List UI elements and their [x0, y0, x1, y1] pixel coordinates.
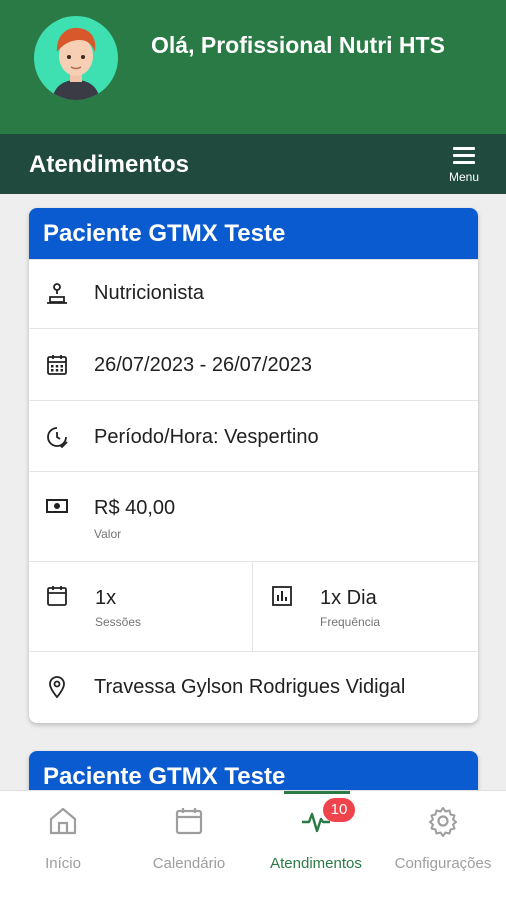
sessions-value: 1x [95, 587, 117, 609]
nav-home-label: Início [45, 855, 81, 872]
frequency-cell: 1x Dia Frequência [254, 562, 478, 652]
professional-icon [47, 283, 67, 304]
appointment-card[interactable]: Paciente GTMX Teste Nutricionista 26/07/… [29, 208, 478, 723]
appointments-list[interactable]: Paciente GTMX Teste Nutricionista 26/07/… [0, 194, 506, 790]
calendar-icon [47, 355, 67, 375]
address-text: Travessa Gylson Rodrigues Vidigal [94, 676, 406, 698]
calendar-icon [47, 586, 67, 606]
patient-name: Paciente GTMX Teste [29, 208, 478, 259]
appointment-card[interactable]: Paciente GTMX Teste [29, 751, 478, 790]
nav-appointments-label: Atendimentos [270, 855, 362, 872]
nav-settings[interactable]: Configurações [380, 791, 506, 900]
home-icon [49, 807, 77, 835]
location-pin-icon [49, 676, 65, 699]
menu-label: Menu [448, 170, 480, 184]
bar-chart-icon [272, 586, 292, 606]
price-text: R$ 40,00 [94, 497, 176, 519]
user-avatar-icon[interactable] [34, 16, 118, 100]
hamburger-icon [453, 147, 475, 165]
sessions-label: Sessões [95, 615, 142, 629]
bottom-navigation: Início Calendário Atendimentos 10 Config… [0, 790, 506, 900]
active-tab-indicator [284, 791, 350, 794]
specialty-text: Nutricionista [94, 282, 205, 304]
period-row: Período/Hora: Vespertino [29, 400, 478, 471]
nav-home[interactable]: Início [0, 791, 126, 900]
calendar-icon [175, 808, 203, 835]
sessions-frequency-row: 1x Sessões 1x Dia Frequência [29, 561, 478, 652]
nav-calendar-label: Calendário [152, 855, 226, 872]
dates-text: 26/07/2023 - 26/07/2023 [94, 354, 312, 376]
greeting-text: Olá, Profissional Nutri HTS [151, 32, 445, 58]
nav-settings-label: Configurações [394, 855, 492, 872]
address-row: Travessa Gylson Rodrigues Vidigal [29, 651, 478, 723]
nav-calendar[interactable]: Calendário [126, 791, 252, 900]
nav-appointments[interactable]: Atendimentos [253, 791, 379, 900]
title-bar: Atendimentos Menu [0, 134, 506, 194]
notification-badge: 10 [323, 798, 355, 822]
patient-name: Paciente GTMX Teste [29, 751, 478, 790]
specialty-row: Nutricionista [29, 259, 478, 328]
price-label: Valor [94, 527, 122, 541]
frequency-value: 1x Dia [320, 587, 377, 609]
menu-button[interactable]: Menu [444, 142, 484, 190]
money-icon [46, 499, 68, 513]
frequency-label: Frequência [320, 615, 381, 629]
clock-icon [47, 427, 68, 449]
price-row: R$ 40,00 Valor [29, 471, 478, 561]
app-header: Olá, Profissional Nutri HTS [0, 0, 506, 134]
dates-row: 26/07/2023 - 26/07/2023 [29, 328, 478, 400]
gear-icon [429, 807, 457, 837]
page-title: Atendimentos [29, 151, 190, 178]
sessions-cell: 1x Sessões [29, 562, 253, 652]
period-text: Período/Hora: Vespertino [94, 426, 319, 448]
